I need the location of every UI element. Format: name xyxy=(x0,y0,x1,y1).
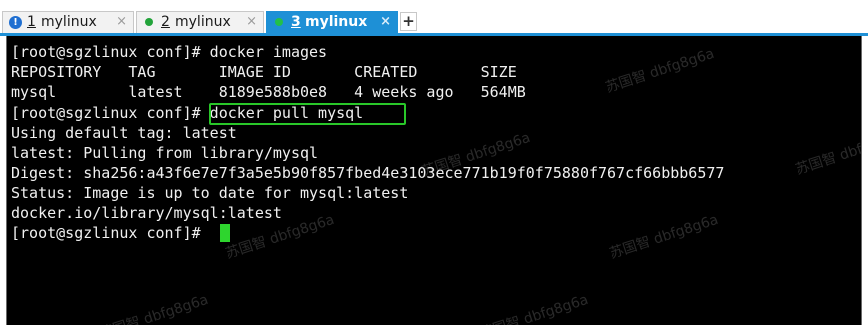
new-tab-button[interactable]: + xyxy=(400,12,417,31)
tab-bar: ! 1 mylinux × 2 mylinux × 3 mylinux × + xyxy=(0,0,868,36)
watermark: 苏国智 dbfg8g6a xyxy=(793,127,862,179)
tab-number: 2 xyxy=(161,14,170,30)
terminal-line: Status: Image is up to date for mysql:la… xyxy=(11,184,409,202)
close-icon[interactable]: × xyxy=(246,14,257,29)
terminal-line: latest: Pulling from library/mysql xyxy=(11,144,319,162)
tab-number: 3 xyxy=(291,14,301,30)
watermark: 苏国智 dbfg8g6a xyxy=(603,45,717,97)
tab-label: mylinux xyxy=(305,14,368,30)
terminal-prompt: [root@sgzlinux conf]# xyxy=(11,224,210,242)
tab-session-3[interactable]: 3 mylinux × xyxy=(266,11,398,33)
tab-number: 1 xyxy=(27,14,36,30)
terminal-output[interactable]: [root@sgzlinux conf]# docker images REPO… xyxy=(6,36,862,325)
terminal-line: [root@sgzlinux conf]# docker images xyxy=(11,43,328,61)
terminal-line: docker.io/library/mysql:latest xyxy=(11,204,282,222)
watermark: 苏国智 dbfg8g6a xyxy=(97,291,211,325)
warning-icon: ! xyxy=(9,16,22,29)
tab-label: mylinux xyxy=(175,14,231,30)
tab-label: mylinux xyxy=(41,14,97,30)
command-highlight-box xyxy=(209,103,406,125)
close-icon[interactable]: × xyxy=(116,14,127,29)
text-cursor xyxy=(220,224,230,242)
terminal-line: mysql latest 8189e588b0e8 4 weeks ago 56… xyxy=(11,83,526,101)
window-bottom-edge xyxy=(0,325,868,329)
terminal-line: REPOSITORY TAG IMAGE ID CREATED SIZE xyxy=(11,63,517,81)
terminal-line: Digest: sha256:a43f6e7e7f3a5e5b90f857fbe… xyxy=(11,164,725,182)
status-dot-icon xyxy=(275,18,283,26)
terminal-line: Using default tag: latest xyxy=(11,124,237,142)
watermark: 苏国智 dbfg8g6a xyxy=(477,291,591,325)
status-dot-icon xyxy=(145,18,153,26)
tab-session-2[interactable]: 2 mylinux × xyxy=(136,11,264,33)
watermark: 苏国智 dbfg8g6a xyxy=(607,211,721,263)
terminal-app-window: ! 1 mylinux × 2 mylinux × 3 mylinux × + … xyxy=(0,0,868,329)
tab-session-1[interactable]: ! 1 mylinux × xyxy=(2,11,134,33)
close-icon[interactable]: × xyxy=(380,14,391,29)
